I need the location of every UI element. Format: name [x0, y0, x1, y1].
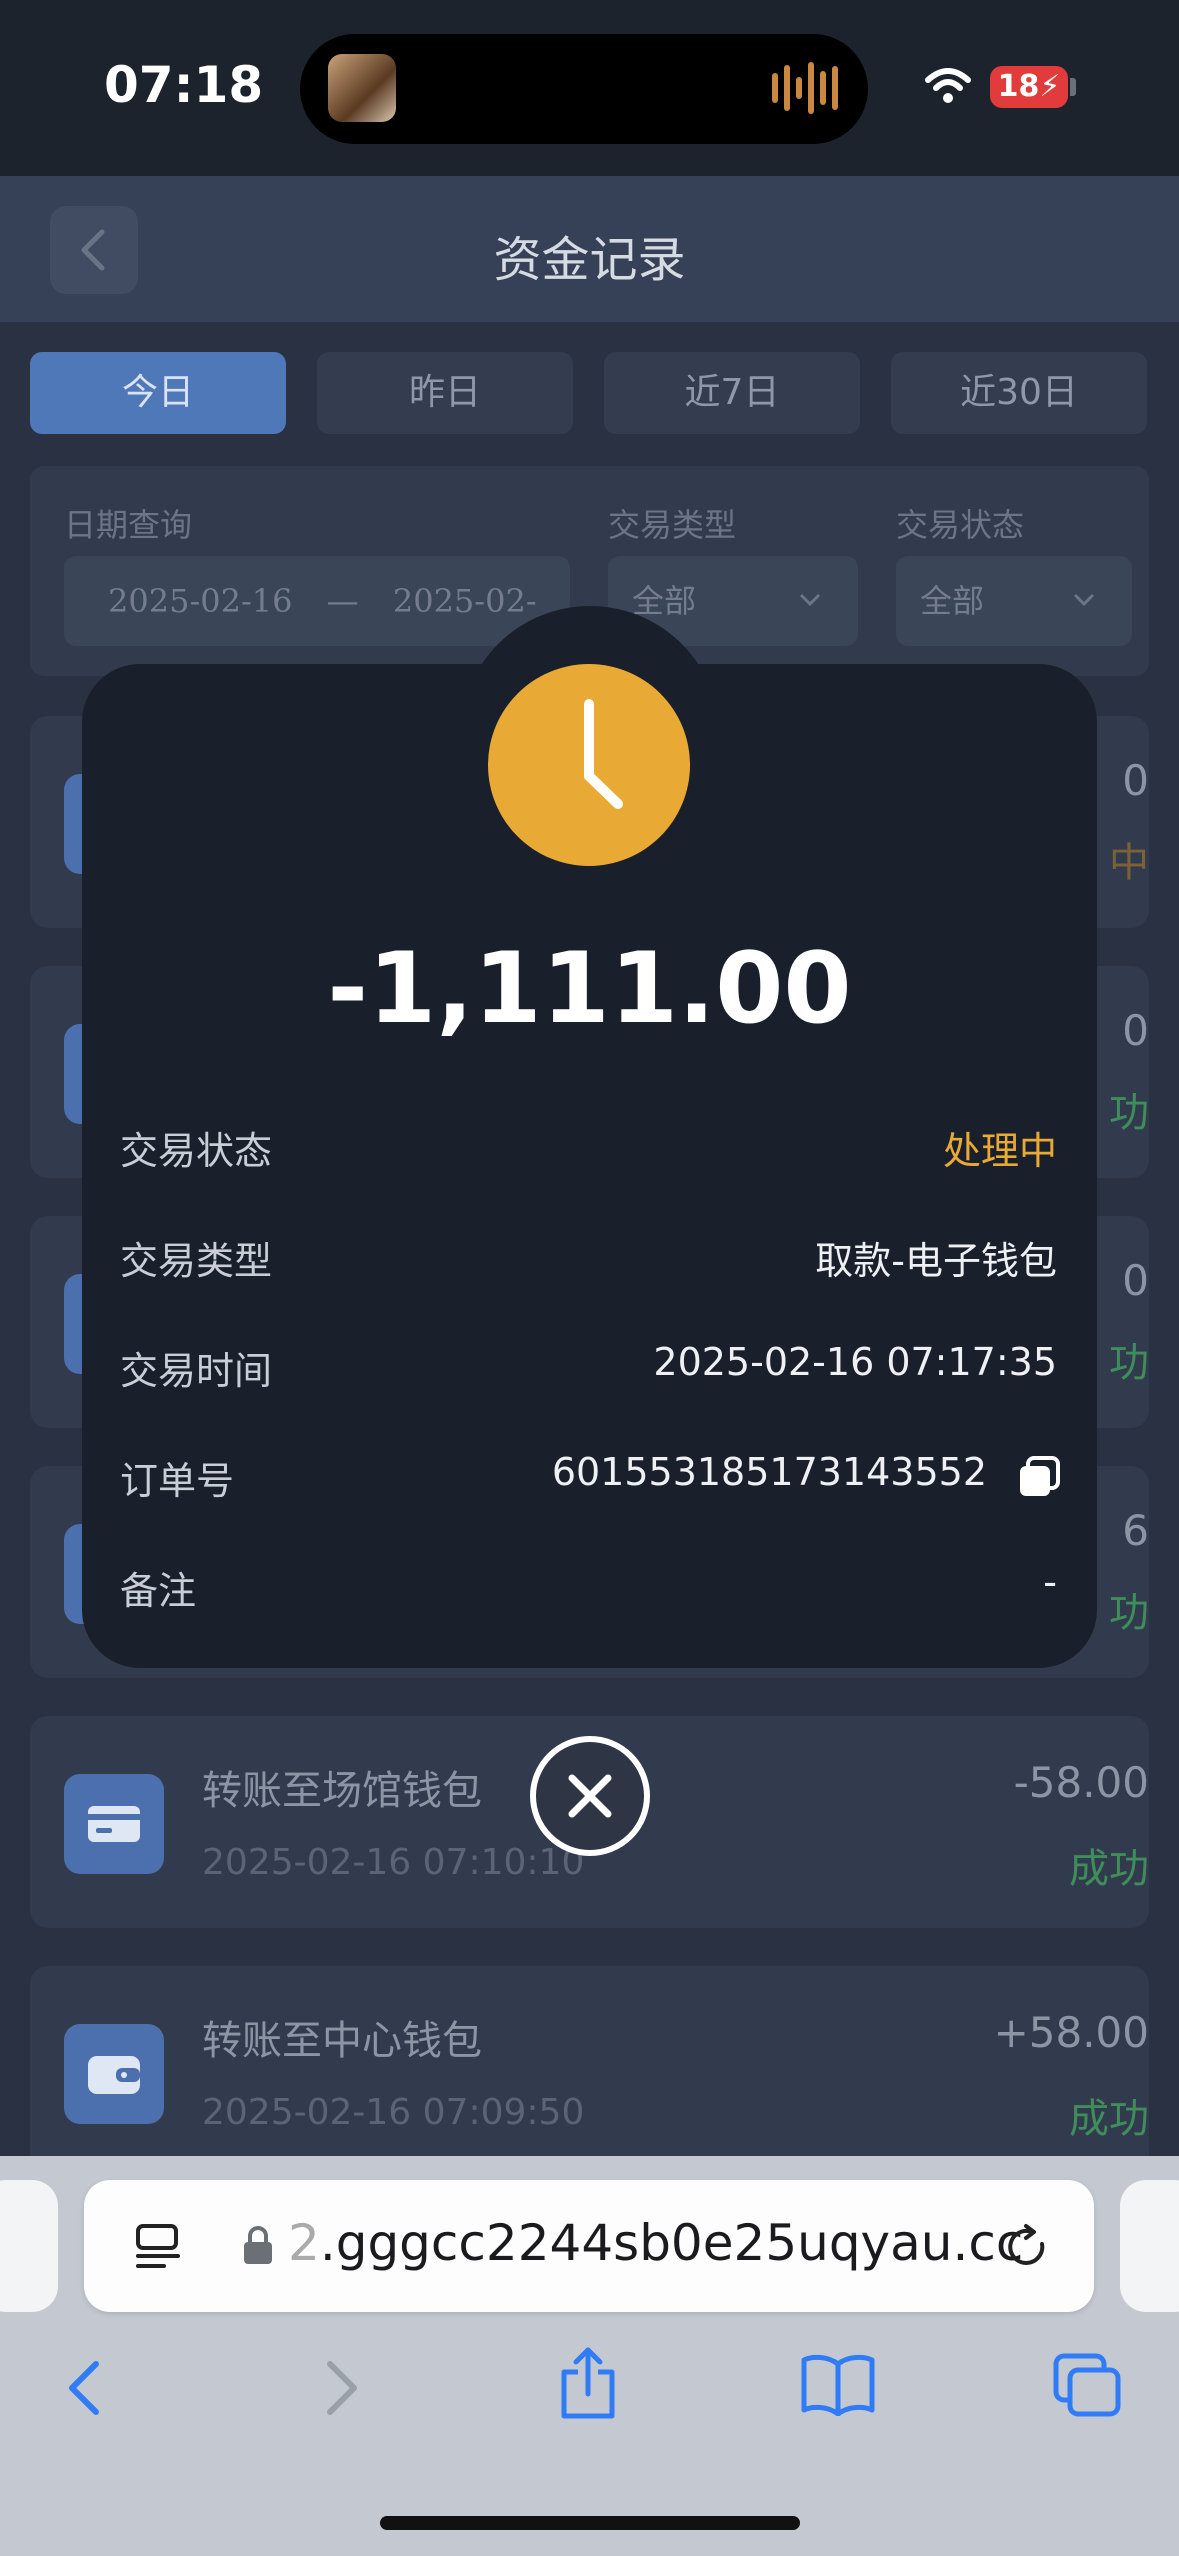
detail-value-order: 601553185173143552	[551, 1450, 987, 1494]
tab-yesterday[interactable]: 昨日	[317, 352, 573, 434]
forward-arrow-icon[interactable]	[322, 2358, 362, 2418]
date-separator: —	[326, 582, 359, 620]
chevron-down-icon	[1073, 593, 1095, 607]
record-amount: 6	[1122, 1506, 1149, 1555]
detail-label-time: 交易时间	[120, 1349, 273, 1393]
date-range-picker[interactable]: 2025-02-16 — 2025-02-16	[64, 556, 570, 710]
date-filter-label: 日期查询	[64, 506, 193, 544]
battery-level: 18⚡	[990, 66, 1068, 108]
previous-tab-preview[interactable]	[0, 2180, 58, 2312]
detail-value-type: 取款-电子钱包	[815, 1239, 1057, 1283]
record-date: 2025-02-16 07:09:50	[202, 2092, 585, 2133]
chevron-down-icon	[799, 593, 821, 607]
record-title: 转账至场馆钱包	[202, 1768, 482, 1814]
date-start: 2025-02-16	[108, 582, 293, 620]
record-amount: 0	[1122, 1006, 1149, 1055]
next-tab-preview[interactable]	[1120, 2180, 1179, 2312]
status-filter-label: 交易状态	[896, 506, 1025, 544]
detail-label-order: 订单号	[120, 1459, 235, 1503]
copy-icon[interactable]	[1018, 1456, 1060, 1498]
transaction-amount: -1,111.00	[327, 932, 852, 1046]
share-icon[interactable]	[556, 2346, 620, 2422]
record-date: 2025-02-16 07:10:10	[202, 1842, 585, 1883]
type-select-value: 全部	[632, 582, 697, 620]
record-status: 功	[1109, 1090, 1149, 1136]
url-text: 2.gggcc2244sb0e25uqyau.cc	[288, 2214, 1023, 2272]
close-icon	[568, 1774, 612, 1818]
record-amount: 0	[1122, 756, 1149, 805]
detail-value-status: 处理中	[942, 1129, 1057, 1173]
url-domain: .gggcc2244sb0e25uqyau.cc	[319, 2214, 1024, 2272]
record-amount: 0	[1122, 1256, 1149, 1305]
url-clipped-char: 2	[288, 2214, 320, 2272]
audio-wave-icon	[772, 58, 842, 118]
detail-label-status: 交易状态	[120, 1129, 273, 1173]
record-status: 中	[1109, 840, 1149, 886]
home-indicator	[380, 2516, 800, 2530]
status-select-value: 全部	[920, 582, 985, 620]
back-arrow-icon[interactable]	[64, 2358, 104, 2418]
record-status: 功	[1109, 1590, 1149, 1636]
now-playing-artwork	[328, 54, 396, 122]
reader-mode-icon[interactable]	[134, 2222, 182, 2272]
tab-7-days[interactable]: 近7日	[604, 352, 860, 434]
wallet-icon	[88, 2056, 140, 2094]
record-title: 转账至中心钱包	[202, 2018, 482, 2064]
tab-30-days[interactable]: 近30日	[891, 352, 1147, 434]
credit-card-icon	[88, 1806, 140, 1842]
record-card[interactable]	[30, 1966, 1149, 2178]
battery-percent: 18	[997, 69, 1040, 104]
bookmarks-icon[interactable]	[800, 2354, 876, 2416]
record-status: 功	[1109, 1340, 1149, 1386]
status-time: 07:18	[104, 56, 264, 114]
card-icon	[64, 2024, 164, 2124]
record-amount: +58.00	[993, 2008, 1149, 2057]
detail-label-remark: 备注	[120, 1569, 197, 1613]
reload-icon[interactable]	[1002, 2222, 1052, 2272]
record-status: 成功	[1069, 1846, 1149, 1892]
tab-today[interactable]: 今日	[30, 352, 286, 434]
card-icon	[64, 1774, 164, 1874]
detail-value-time: 2025-02-16 07:17:35	[653, 1340, 1057, 1384]
detail-value-remark: -	[1043, 1560, 1057, 1604]
record-amount: -58.00	[1013, 1758, 1149, 1807]
clock-icon	[488, 664, 690, 866]
page-title: 资金记录	[493, 232, 686, 288]
detail-label-type: 交易类型	[120, 1239, 273, 1283]
tabs-icon[interactable]	[1052, 2352, 1124, 2420]
lock-icon	[244, 2226, 272, 2264]
battery-cap	[1070, 78, 1076, 96]
type-filter-label: 交易类型	[608, 506, 737, 544]
wifi-icon	[925, 68, 971, 103]
close-modal-button[interactable]	[530, 1736, 650, 1856]
record-status: 成功	[1069, 2096, 1149, 2142]
status-select[interactable]: 全部	[896, 556, 1132, 646]
